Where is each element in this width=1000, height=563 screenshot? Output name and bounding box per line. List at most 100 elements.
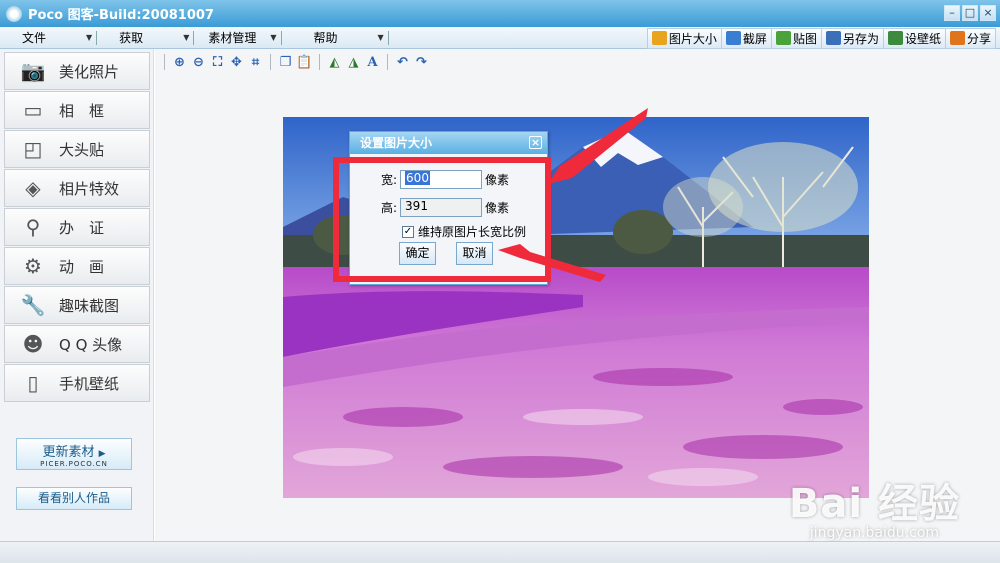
redo-icon[interactable]: ↷ — [412, 53, 431, 71]
camera-icon: 📷 — [20, 59, 46, 83]
frame-icon: ▭ — [23, 98, 43, 122]
smiley-icon: ☻ — [22, 332, 44, 356]
width-label: 宽: — [381, 173, 398, 187]
wallpaper-button[interactable]: 设壁纸 — [882, 27, 946, 49]
share-label: 分享 — [966, 31, 991, 46]
screenshot-label: 截屏 — [742, 31, 767, 46]
menu-separator — [387, 30, 389, 45]
menu-acquire[interactable]: 获取 ▼ — [109, 27, 206, 49]
resize-label: 图片大小 — [668, 31, 717, 46]
keep-ratio-checkbox[interactable]: ✓ — [402, 225, 414, 238]
flip-horizontal-icon[interactable]: ◭ — [325, 53, 344, 71]
dialog-title: 设置图片大小 — [360, 136, 433, 150]
menu-materials-label: 素材管理 — [208, 31, 257, 45]
canvas-area: ⊕ ⊖ ⛶ ✥ ⌗ ❐ 📋 ◭ ◮ A ↶ ↷ — [155, 49, 1000, 541]
sidebar-item-label: 美化照片 — [59, 62, 120, 81]
cancel-button[interactable]: 取消 — [456, 242, 493, 265]
fit-window-icon[interactable]: ⛶ — [208, 53, 227, 71]
ok-button[interactable]: 确定 — [399, 242, 436, 265]
sidebar-item-label: Q Q 头像 — [59, 335, 123, 354]
sidebar-item-label: 相 框 — [59, 101, 105, 120]
share-icon — [949, 31, 965, 45]
minimize-button[interactable]: – — [944, 5, 960, 21]
height-unit: 像素 — [485, 201, 510, 215]
share-button[interactable]: 分享 — [944, 27, 996, 49]
chevron-down-icon: ▼ — [377, 33, 384, 42]
watermark-url: jingyan.baidu.com — [809, 525, 940, 541]
sidebar-item-frame[interactable]: ▭ 相 框 — [4, 91, 150, 129]
effects-icon: ◈ — [25, 176, 41, 200]
toolbar-separator — [270, 54, 271, 70]
edit-toolbar: ⊕ ⊖ ⛶ ✥ ⌗ ❐ 📋 ◭ ◮ A ↶ ↷ — [155, 49, 1000, 75]
toolbar-separator — [319, 54, 320, 70]
save-as-button[interactable]: 另存为 — [820, 27, 884, 49]
view-gallery-label: 看看别人作品 — [37, 491, 110, 505]
close-button[interactable]: × — [980, 5, 996, 21]
chevron-down-icon: ▼ — [270, 33, 277, 42]
height-value: 391 — [405, 199, 428, 213]
save-as-label: 另存为 — [842, 31, 879, 46]
wallpaper-label: 设壁纸 — [904, 31, 941, 46]
screenshot-button[interactable]: 截屏 — [720, 27, 772, 49]
menu-materials[interactable]: 素材管理 ▼ — [206, 27, 293, 49]
stamp-icon: ⚲ — [25, 215, 41, 239]
resize-button[interactable]: 图片大小 — [646, 27, 722, 49]
height-input[interactable]: 391 — [400, 198, 483, 217]
flip-vertical-icon[interactable]: ◮ — [344, 53, 363, 71]
paste-image-label: 贴图 — [792, 31, 817, 46]
toolbar-separator — [164, 54, 165, 70]
width-unit: 像素 — [485, 173, 510, 187]
play-arrow-icon: ▶ — [98, 449, 106, 459]
main-toolbar: 图片大小 截屏 贴图 另存为 设壁纸 分享 — [646, 27, 996, 49]
sidebar-item-fun-capture[interactable]: 🔧 趣味截图 — [4, 286, 150, 324]
view-gallery-link[interactable]: 看看别人作品 — [16, 487, 132, 510]
text-icon[interactable]: A — [363, 53, 382, 71]
resize-icon — [651, 31, 667, 45]
update-materials-link[interactable]: 更新素材 ▶ PICER.POCO.CN — [16, 438, 132, 470]
sidebar-item-label: 大头贴 — [59, 140, 105, 159]
zoom-in-icon[interactable]: ⊕ — [170, 53, 189, 71]
sidebar-item-certificate[interactable]: ⚲ 办 证 — [4, 208, 150, 246]
undo-icon[interactable]: ↶ — [393, 53, 412, 71]
baidu-watermark: Bai 经验 jingyan.baidu.com — [789, 471, 960, 541]
paste-icon[interactable]: 📋 — [295, 53, 314, 71]
gears-icon: ⚙ — [24, 254, 42, 278]
status-bar — [0, 541, 1000, 563]
sidebar-item-effects[interactable]: ◈ 相片特效 — [4, 169, 150, 207]
sidebar-item-beautify[interactable]: 📷 美化照片 — [4, 52, 150, 90]
sidebar-item-phone-wallpaper[interactable]: ▯ 手机壁纸 — [4, 364, 150, 402]
update-materials-label: 更新素材 — [42, 445, 95, 460]
crop-icon[interactable]: ⌗ — [246, 53, 265, 71]
sticker-icon: ◰ — [23, 137, 43, 161]
menu-acquire-label: 获取 — [119, 31, 144, 45]
sidebar-item-animation[interactable]: ⚙ 动 画 — [4, 247, 150, 285]
screenshot-icon — [725, 31, 741, 45]
wrench-icon: 🔧 — [20, 293, 46, 317]
restore-button[interactable]: □ — [962, 5, 978, 21]
height-label: 高: — [381, 201, 398, 215]
dialog-close-button[interactable]: × — [529, 136, 542, 149]
app-logo-icon — [6, 5, 22, 22]
paste-image-button[interactable]: 贴图 — [770, 27, 822, 49]
menu-help[interactable]: 帮助 ▼ — [294, 27, 401, 49]
sidebar-item-label: 相片特效 — [59, 179, 120, 198]
wallpaper-icon — [887, 31, 903, 45]
actual-size-icon[interactable]: ✥ — [227, 53, 246, 71]
menu-separator — [193, 30, 195, 45]
zoom-out-icon[interactable]: ⊖ — [189, 53, 208, 71]
sidebar-item-qq-avatar[interactable]: ☻ Q Q 头像 — [4, 325, 150, 363]
menu-separator — [96, 30, 98, 45]
watermark-brand: Bai 经验 — [788, 481, 960, 527]
chevron-down-icon: ▼ — [86, 33, 93, 42]
title-bar: Poco 图客-Build:20081007 – □ × — [0, 0, 1000, 27]
keep-ratio-label: 维持原图片长宽比例 — [418, 225, 527, 239]
sidebar-item-label: 办 证 — [59, 218, 105, 237]
update-materials-url: PICER.POCO.CN — [40, 460, 108, 468]
width-input[interactable]: 600 — [400, 170, 483, 189]
copy-icon[interactable]: ❐ — [276, 53, 295, 71]
sidebar-item-label: 动 画 — [59, 257, 105, 276]
menu-help-label: 帮助 — [313, 31, 338, 45]
resize-dialog: 设置图片大小 × 宽: 600 像素 高: 391 像素 ✓ 维持原图片长宽比例… — [349, 131, 548, 285]
menu-file[interactable]: 文件 ▼ — [0, 27, 109, 49]
sidebar-item-sticker[interactable]: ◰ 大头贴 — [4, 130, 150, 168]
